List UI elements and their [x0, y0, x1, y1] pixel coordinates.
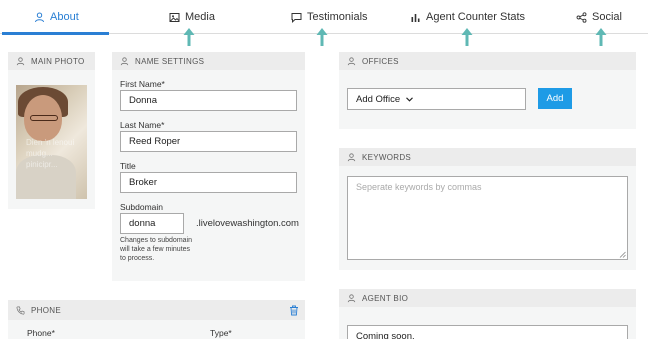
title-field[interactable]: Broker	[120, 172, 297, 193]
person-icon	[34, 12, 45, 23]
annotation-arrow-icon	[316, 28, 328, 46]
annotation-arrow-icon	[595, 28, 607, 46]
person-icon	[16, 56, 25, 66]
panel-title: OFFICES	[362, 56, 399, 66]
phone-type-label: Type*	[210, 328, 232, 338]
panel-header: KEYWORDS	[339, 148, 636, 166]
annotation-arrow-icon	[183, 28, 195, 46]
select-value: Add Office	[356, 93, 401, 105]
person-icon	[120, 56, 129, 66]
photo-overlay-text: Dien 'n lenoui mudg... pinicipr...	[26, 138, 75, 169]
tab-testimonials[interactable]: Testimonials	[291, 0, 368, 34]
last-name-label: Last Name*	[120, 120, 165, 130]
resize-handle-icon[interactable]	[619, 251, 626, 258]
keywords-textarea[interactable]: Seperate keywords by commas	[347, 176, 628, 260]
panel-header: OFFICES	[339, 52, 636, 70]
subdomain-field[interactable]: donna	[120, 213, 184, 234]
person-icon	[347, 152, 356, 162]
panel-header: MAIN PHOTO	[8, 52, 95, 70]
tab-label: Agent Counter Stats	[426, 11, 526, 23]
subdomain-label: Subdomain	[120, 202, 164, 212]
tab-label: About	[50, 11, 79, 23]
first-name-label: First Name*	[120, 79, 165, 89]
phone-panel: PHONE Phone* Type*	[8, 300, 305, 339]
name-settings-panel: NAME SETTINGS First Name* Donna Last Nam…	[112, 52, 305, 281]
subdomain-suffix: .livelovewashington.com	[196, 218, 299, 229]
keywords-placeholder: Seperate keywords by commas	[356, 182, 482, 192]
person-icon	[347, 56, 356, 66]
panel-title: PHONE	[31, 305, 61, 315]
panel-title: AGENT BIO	[362, 293, 409, 303]
offices-panel: OFFICES Add Office Add	[339, 52, 636, 129]
add-office-button[interactable]: Add	[538, 88, 572, 109]
tab-label: Media	[185, 11, 215, 23]
image-icon	[169, 12, 180, 23]
agent-bio-panel: AGENT BIO Coming soon.	[339, 289, 636, 339]
keywords-panel: KEYWORDS Seperate keywords by commas	[339, 148, 636, 270]
panel-header: AGENT BIO	[339, 289, 636, 307]
delete-trash-icon[interactable]	[289, 305, 299, 316]
phone-label: Phone*	[27, 328, 55, 338]
panel-header: NAME SETTINGS	[112, 52, 305, 70]
speech-bubble-icon	[291, 12, 302, 23]
tab-about[interactable]: About	[2, 0, 109, 35]
phone-icon	[16, 306, 25, 315]
subdomain-note: Changes to subdomain will take a few min…	[120, 237, 192, 262]
main-photo-panel: MAIN PHOTO Dien 'n lenoui mudg... pinici…	[8, 52, 95, 209]
annotation-arrow-icon	[461, 28, 473, 46]
agent-bio-text: Coming soon.	[356, 331, 415, 339]
add-office-select[interactable]: Add Office	[347, 88, 526, 110]
title-label: Title	[120, 161, 136, 171]
chevron-down-icon	[406, 96, 414, 102]
first-name-field[interactable]: Donna	[120, 90, 297, 111]
person-icon	[347, 293, 356, 303]
panel-title: NAME SETTINGS	[135, 56, 205, 66]
agent-photo[interactable]: Dien 'n lenoui mudg... pinicipr...	[16, 85, 87, 199]
bar-chart-icon	[410, 12, 421, 23]
panel-title: MAIN PHOTO	[31, 56, 85, 66]
share-icon	[576, 11, 587, 23]
agent-bio-textarea[interactable]: Coming soon.	[347, 325, 628, 339]
tab-label: Testimonials	[307, 11, 368, 23]
tab-label: Social	[592, 11, 622, 23]
last-name-field[interactable]: Reed Roper	[120, 131, 297, 152]
panel-title: KEYWORDS	[362, 152, 412, 162]
panel-header: PHONE	[8, 300, 305, 320]
